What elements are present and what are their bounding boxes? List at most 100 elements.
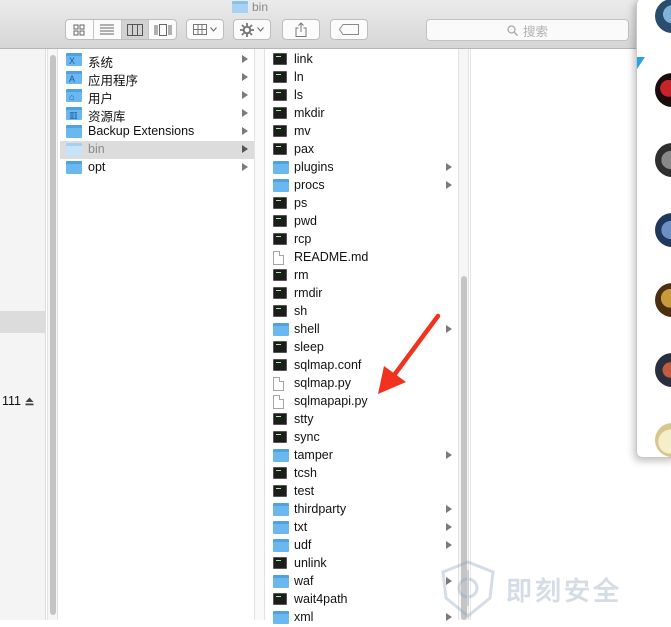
sidebar-item-device[interactable]: 111 <box>2 394 34 408</box>
sidebar: 111 <box>0 49 46 620</box>
list-item[interactable]: test <box>266 483 458 501</box>
list-item-label: tamper <box>294 448 333 462</box>
list-item[interactable]: stty <box>266 411 458 429</box>
list-item-label: tcsh <box>294 466 317 480</box>
list-item[interactable]: ls <box>266 87 458 105</box>
list-item[interactable]: ps <box>266 195 458 213</box>
list-item[interactable]: mv <box>266 123 458 141</box>
list-item-label: shell <box>294 322 320 336</box>
list-item[interactable]: pwd <box>266 213 458 231</box>
chevron-down-icon <box>257 27 264 32</box>
list-item[interactable]: plugins <box>266 159 458 177</box>
avatar[interactable] <box>655 143 671 177</box>
list-item[interactable]: procs <box>266 177 458 195</box>
column-root: X 系统 A 应用程序 ⌂ 用户 ▥ 资源库 Backup Extensions bin opt <box>60 49 254 620</box>
list-item[interactable]: Backup Extensions <box>60 123 254 141</box>
list-item-label: sleep <box>294 340 324 354</box>
window-title: bin <box>232 0 268 14</box>
terminal-executable-icon <box>273 359 287 371</box>
list-item[interactable]: waf <box>266 573 458 591</box>
sidebar-selected-row[interactable] <box>0 311 46 333</box>
list-item[interactable]: wait4path <box>266 591 458 609</box>
list-item[interactable]: tcsh <box>266 465 458 483</box>
arrange-button[interactable] <box>186 19 224 40</box>
list-item-label: udf <box>294 538 312 552</box>
shield-logo-icon <box>441 560 495 618</box>
tags-button[interactable] <box>330 19 368 40</box>
gear-icon <box>240 22 254 37</box>
column-root-scrollbar[interactable] <box>254 49 265 620</box>
view-mode-selector[interactable] <box>65 19 177 40</box>
list-item-label: txt <box>294 520 308 534</box>
avatar[interactable] <box>655 423 671 457</box>
list-item[interactable]: A 应用程序 <box>60 69 254 88</box>
document-icon <box>273 377 284 391</box>
chevron-right-icon <box>242 55 248 63</box>
list-item[interactable]: thirdparty <box>266 501 458 519</box>
terminal-executable-icon <box>273 485 287 497</box>
list-view-button[interactable] <box>94 20 122 39</box>
list-item[interactable]: X 系统 <box>60 51 254 70</box>
list-item-label: opt <box>88 160 106 174</box>
list-item-label: ln <box>294 70 304 84</box>
list-item[interactable]: bin <box>60 141 254 159</box>
list-item-label: mkdir <box>294 106 325 120</box>
list-item-label: rcp <box>294 232 312 246</box>
list-item[interactable]: ⌂ 用户 <box>60 87 254 106</box>
avatar[interactable] <box>655 0 671 33</box>
list-item[interactable]: rmdir <box>266 285 458 303</box>
chevron-right-icon <box>446 523 452 531</box>
chevron-right-icon <box>242 145 248 153</box>
avatar[interactable] <box>655 213 671 247</box>
list-item[interactable]: tamper <box>266 447 458 465</box>
folder-icon <box>273 521 289 534</box>
terminal-executable-icon <box>273 233 287 245</box>
terminal-executable-icon <box>273 107 287 119</box>
list-item[interactable]: rcp <box>266 231 458 249</box>
eject-icon[interactable] <box>25 397 34 406</box>
list-item[interactable]: link <box>266 51 458 69</box>
watermark: 即刻安全 <box>438 560 622 618</box>
chevron-right-icon <box>446 541 452 549</box>
avatar[interactable] <box>655 73 671 107</box>
terminal-executable-icon <box>273 53 287 65</box>
action-button[interactable] <box>233 19 271 40</box>
list-item[interactable]: sync <box>266 429 458 447</box>
search-icon <box>507 24 518 36</box>
terminal-executable-icon <box>273 431 287 443</box>
list-item-label: rmdir <box>294 286 323 300</box>
list-item[interactable]: mkdir <box>266 105 458 123</box>
chevron-right-icon <box>446 181 452 189</box>
list-item[interactable]: ▥ 资源库 <box>60 105 254 124</box>
cover-flow-view-button[interactable] <box>149 20 176 39</box>
list-item[interactable]: rm <box>266 267 458 285</box>
avatar[interactable] <box>655 283 671 317</box>
list-item[interactable]: ln <box>266 69 458 87</box>
column-bin-scrollbar[interactable] <box>458 49 469 620</box>
terminal-executable-icon <box>273 143 287 155</box>
list-item[interactable]: udf <box>266 537 458 555</box>
search-field[interactable]: 搜索 <box>426 19 629 41</box>
icon-view-button[interactable] <box>66 20 94 39</box>
folder-icon <box>273 179 289 192</box>
scroll-thumb[interactable] <box>50 55 56 615</box>
folder-icon: X <box>66 53 82 66</box>
folder-icon <box>273 323 289 336</box>
list-item[interactable]: unlink <box>266 555 458 573</box>
list-item[interactable]: README.md <box>266 249 458 267</box>
avatar[interactable] <box>655 353 671 387</box>
share-button[interactable] <box>282 19 320 40</box>
document-icon <box>273 395 284 409</box>
list-item[interactable]: opt <box>60 159 254 177</box>
list-item-label: test <box>294 484 315 498</box>
sidebar-scrollbar[interactable] <box>47 49 58 620</box>
terminal-executable-icon <box>273 89 287 101</box>
terminal-executable-icon <box>273 413 287 425</box>
list-item[interactable]: xml <box>266 609 458 627</box>
list-item[interactable]: pax <box>266 141 458 159</box>
list-item-label: mv <box>294 124 311 138</box>
list-item[interactable]: txt <box>266 519 458 537</box>
chevron-right-icon <box>242 91 248 99</box>
list-item-label: pwd <box>294 214 317 228</box>
column-view-button[interactable] <box>121 20 150 39</box>
